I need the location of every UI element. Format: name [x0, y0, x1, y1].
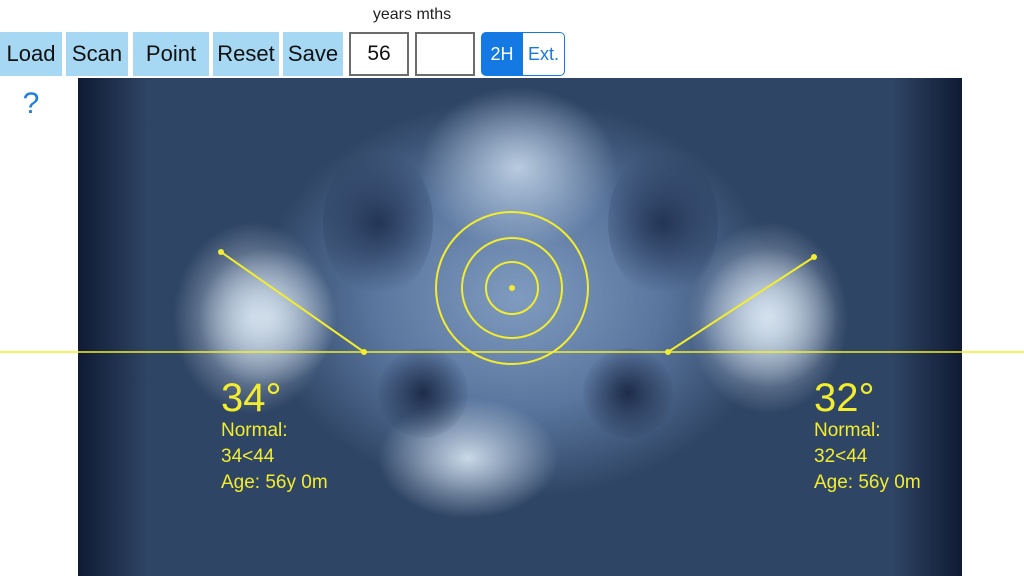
mode-ext-toggle[interactable]: Ext.: [522, 32, 565, 76]
left-measurement: 34° Normal: 34<44 Age: 56y 0m: [221, 378, 328, 496]
left-normal-range: 34<44: [221, 446, 275, 467]
months-input[interactable]: [415, 32, 475, 76]
xray-image[interactable]: [78, 78, 962, 576]
age-field-label: years mths: [372, 6, 452, 23]
load-button[interactable]: Load: [0, 32, 62, 76]
iliac-wing-right: [608, 148, 718, 298]
help-button[interactable]: ?: [18, 84, 44, 124]
right-age-text: Age: 56y 0m: [814, 472, 921, 493]
xray-shadow-left: [78, 78, 148, 576]
femoral-head-right: [698, 248, 838, 388]
save-button[interactable]: Save: [283, 32, 343, 76]
right-normal-range: 32<44: [814, 446, 868, 467]
right-angle-value: 32°: [814, 376, 875, 420]
obturator-right: [583, 348, 673, 438]
right-measurement: 32° Normal: 32<44 Age: 56y 0m: [814, 378, 921, 496]
obturator-left: [378, 348, 468, 438]
iliac-wing-left: [323, 148, 433, 298]
right-normal-label: Normal:: [814, 420, 881, 441]
reset-button[interactable]: Reset: [213, 32, 279, 76]
femoral-head-left: [198, 248, 338, 388]
left-angle-value: 34°: [221, 376, 282, 420]
app-window: Load Scan Point Reset Save years mths 2H…: [0, 0, 1024, 576]
left-age-text: Age: 56y 0m: [221, 472, 328, 493]
mode-2h-toggle[interactable]: 2H: [481, 32, 523, 76]
years-input[interactable]: [349, 32, 409, 76]
point-button[interactable]: Point: [133, 32, 209, 76]
xray-shadow-right: [892, 78, 962, 576]
left-normal-label: Normal:: [221, 420, 288, 441]
scan-button[interactable]: Scan: [66, 32, 128, 76]
